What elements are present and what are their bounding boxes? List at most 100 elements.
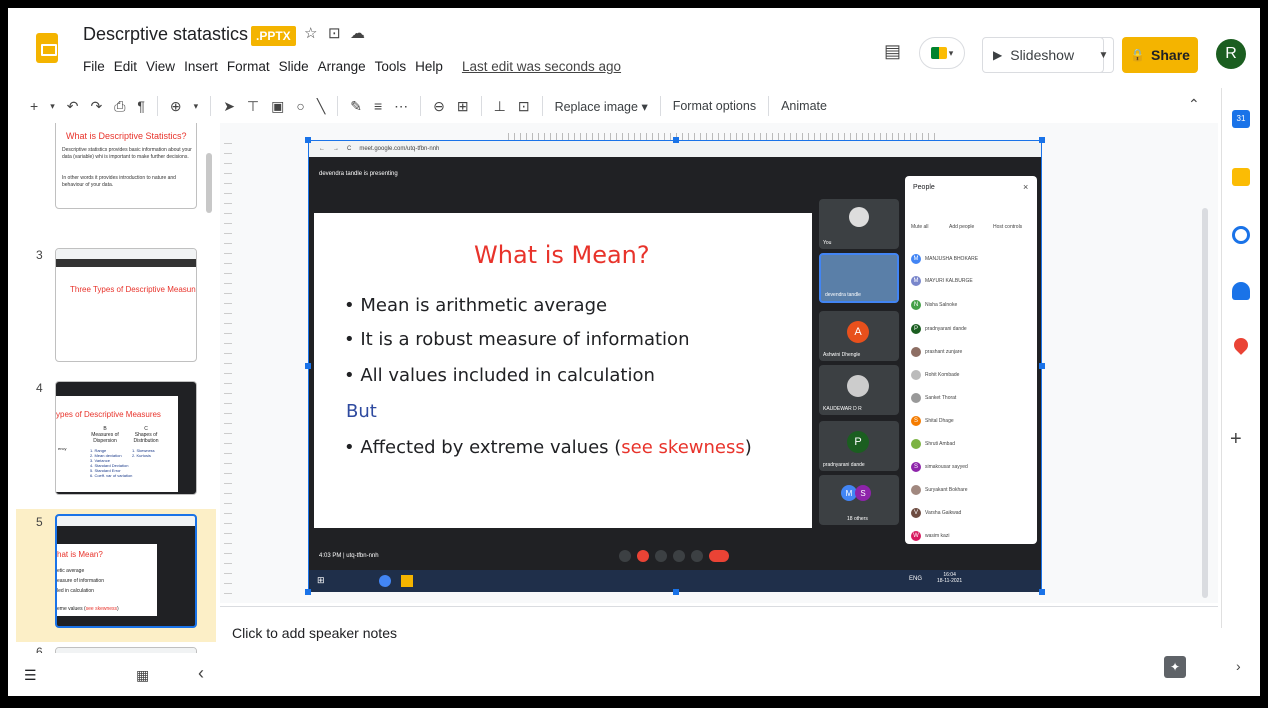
select-icon[interactable]: ➤ [223, 98, 235, 115]
zoom-icon[interactable]: ⊕ [170, 98, 182, 115]
thumb-line: led in calculation [57, 588, 94, 594]
back-icon: ← [319, 146, 325, 152]
animate-button[interactable]: Animate [781, 99, 827, 113]
menu-tools[interactable]: Tools [375, 59, 407, 74]
thumb-inner-slide: ypes of Descriptive Measures B Measures o… [56, 396, 178, 492]
resize-handle[interactable] [305, 589, 311, 595]
thumb-text: B Measures of Dispersion [86, 426, 124, 444]
host-controls-label: Host controls [993, 224, 1023, 230]
speaker-notes[interactable]: Click to add speaker notes [220, 606, 1218, 696]
resize-handle[interactable] [305, 363, 311, 369]
participant-row: Rohit Kombade [911, 370, 959, 380]
tasks-icon[interactable] [1232, 226, 1250, 244]
slide-thumb-5[interactable]: hat is Mean? etic average easure of info… [55, 514, 197, 628]
chevron-down-icon[interactable]: ▾ [194, 101, 199, 112]
format-options-button[interactable]: Format options [673, 99, 756, 113]
video-tile-others: M S 18 others [819, 475, 899, 525]
avatar [911, 393, 921, 403]
slide-thumb-2[interactable]: What is Descriptive Statistics? Descript… [55, 123, 197, 209]
menu-edit[interactable]: Edit [114, 59, 137, 74]
get-addons-icon[interactable]: + [1230, 428, 1242, 451]
link-icon[interactable]: ⊖ [433, 98, 445, 115]
shape-icon[interactable]: ○ [296, 98, 304, 114]
slide-thumb-4[interactable]: ypes of Descriptive Measures B Measures o… [55, 381, 197, 495]
slideshow-button[interactable]: ▶ Slideshow [982, 37, 1104, 73]
vertical-ruler[interactable] [224, 143, 232, 603]
menu-file[interactable]: File [83, 59, 105, 74]
resize-handle[interactable] [1039, 363, 1045, 369]
share-button[interactable]: 🔒 Share [1122, 37, 1198, 73]
comment-add-icon[interactable]: ⊞ [457, 98, 469, 115]
resize-handle[interactable] [305, 137, 311, 143]
chevron-right-icon[interactable]: › [1236, 658, 1241, 674]
menu-view[interactable]: View [146, 59, 175, 74]
star-icon[interactable]: ☆ [304, 24, 317, 42]
account-avatar[interactable]: R [1216, 39, 1246, 69]
last-edit-link[interactable]: Last edit was seconds ago [462, 59, 621, 74]
toolbar-divider [541, 96, 543, 116]
resize-handle[interactable] [1039, 589, 1045, 595]
avatar: M [911, 276, 921, 286]
border-weight-icon[interactable]: ≡ [374, 98, 382, 114]
chevron-left-icon[interactable]: ‹ [198, 663, 204, 684]
avatar [911, 347, 921, 357]
meet-button[interactable]: ▾ [919, 37, 965, 69]
toolbar-divider [156, 96, 158, 116]
current-slide-image[interactable]: ← → C meet.google.com/utq-tfbn-nnh deven… [305, 137, 1045, 595]
speaker-notes-placeholder[interactable]: Click to add speaker notes [232, 625, 397, 641]
thumb-col-b-title: Measures of Dispersion [91, 432, 119, 444]
resize-handle[interactable] [673, 589, 679, 595]
border-color-icon[interactable]: ✎ [350, 98, 362, 115]
chevron-down-icon[interactable]: ▾ [50, 101, 55, 112]
toolbar-divider [768, 96, 770, 116]
keep-icon[interactable] [1232, 168, 1250, 186]
undo-icon[interactable]: ↶ [67, 98, 79, 115]
slideshow-dropdown[interactable]: ▼ [1094, 37, 1114, 73]
image-icon[interactable]: ▣ [271, 98, 284, 115]
resize-handle[interactable] [1039, 137, 1045, 143]
crop-icon[interactable]: ⊥ [494, 98, 506, 115]
text-box-icon[interactable]: ⊤ [247, 98, 259, 115]
border-dash-icon[interactable]: ⋯ [394, 98, 408, 115]
menu-slide[interactable]: Slide [279, 59, 309, 74]
mask-icon[interactable]: ⊡ [518, 98, 530, 115]
filmstrip-scrollbar[interactable] [206, 153, 212, 213]
collapse-toolbar-icon[interactable]: ⌃ [1188, 96, 1200, 113]
thumb-line: easure of information [57, 578, 104, 584]
new-slide-icon[interactable]: + [30, 98, 38, 114]
replace-image-menu[interactable]: Replace image ▾ [555, 99, 648, 114]
participant-row: M MANJUSHA BHOKARE [911, 254, 978, 264]
redo-icon[interactable]: ↷ [90, 98, 102, 115]
slide-thumb-3[interactable]: Three Types of Descriptive Measun [55, 248, 197, 362]
thumb-list-item: 6. Coeff. var of variation [90, 473, 133, 478]
people-title: People [913, 184, 935, 191]
menu-insert[interactable]: Insert [184, 59, 218, 74]
comments-icon[interactable]: ▤ [884, 41, 901, 62]
line-icon[interactable]: ╲ [317, 98, 325, 115]
grid-view-icon[interactable]: ▦ [136, 667, 149, 684]
resize-handle[interactable] [673, 137, 679, 143]
canvas-scrollbar[interactable] [1202, 208, 1208, 598]
contacts-icon[interactable] [1232, 282, 1250, 300]
filmstrip-view-icon[interactable]: ☰ [24, 667, 37, 684]
more-options-icon [691, 550, 703, 562]
print-icon[interactable]: ⎙ [114, 98, 125, 115]
thumb-text: etic average easure of information led i… [57, 566, 119, 614]
menu-help[interactable]: Help [415, 59, 443, 74]
menu-arrange[interactable]: Arrange [318, 59, 366, 74]
slides-logo-icon[interactable] [36, 33, 58, 63]
move-to-folder-icon[interactable]: ⊡ [328, 24, 341, 42]
document-title[interactable]: Descrptive statastics [83, 24, 248, 45]
thumb-title: hat is Mean? [57, 550, 103, 559]
participant-row: S Shital Dhage [911, 416, 954, 426]
avatar: M [911, 254, 921, 264]
video-tile-you: You [819, 199, 899, 249]
calendar-icon[interactable]: 31 [1232, 110, 1250, 128]
menu-format[interactable]: Format [227, 59, 270, 74]
participant-row: prashant zunjare [911, 347, 962, 357]
mic-icon [619, 550, 631, 562]
paint-format-icon[interactable]: ¶ [137, 98, 145, 114]
explore-icon[interactable]: ✦ [1164, 656, 1186, 678]
cloud-status-icon[interactable]: ☁ [350, 24, 365, 42]
thumb-line: etic average [57, 568, 85, 574]
